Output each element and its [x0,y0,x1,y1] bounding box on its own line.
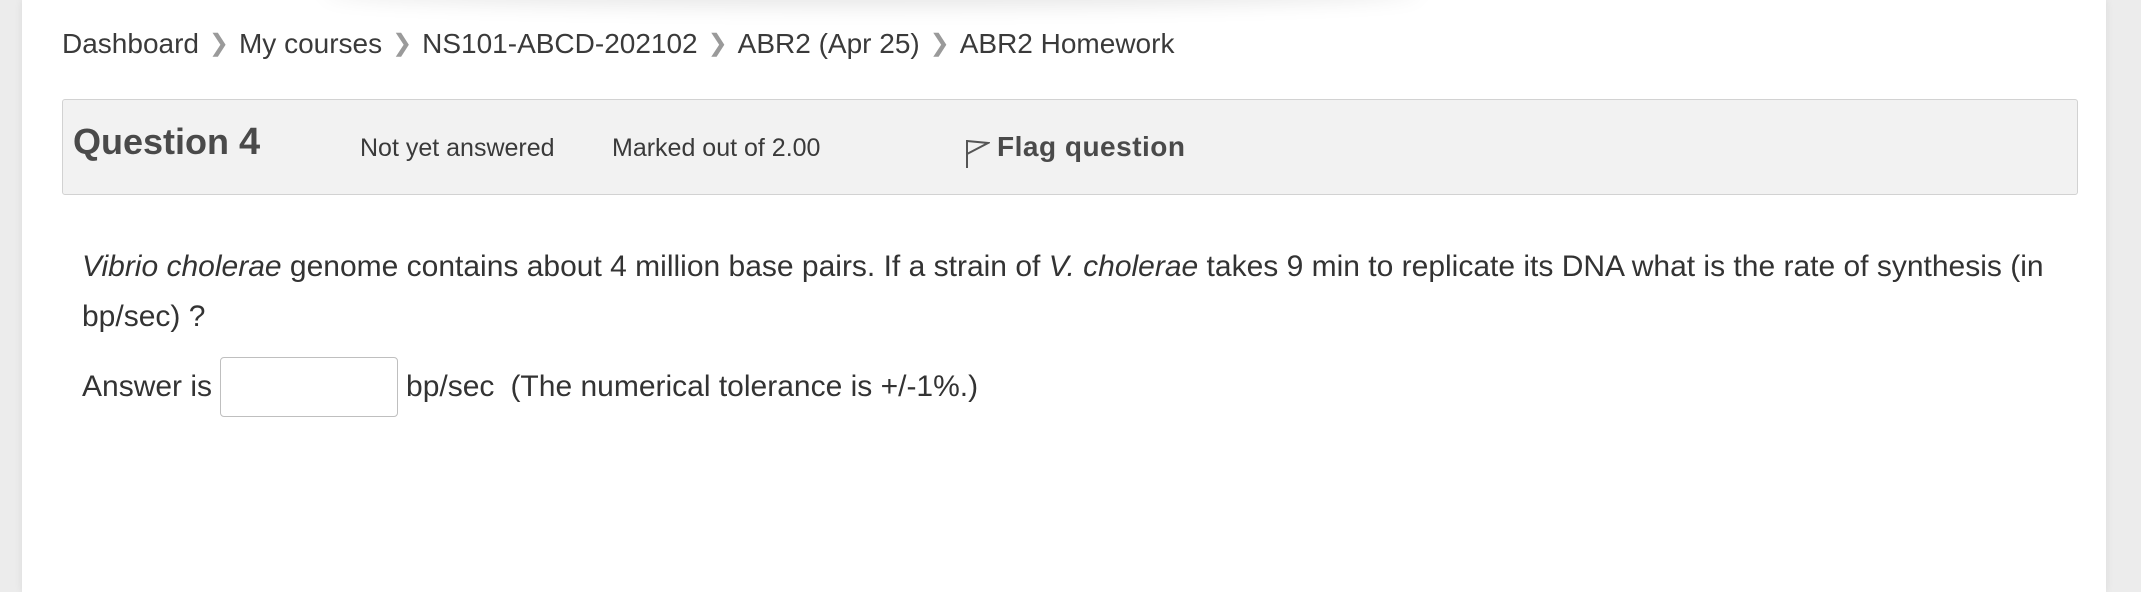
page-content: Dashboard ❯ My courses ❯ NS101-ABCD-2021… [22,0,2106,592]
question-info-box: Question 4 Not yet answered Marked out o… [62,99,2078,195]
answer-row: Answer is bp/sec (The numerical toleranc… [82,357,978,417]
question-text-species-abbrev: V. cholerae [1048,250,1199,283]
breadcrumb-course[interactable]: NS101-ABCD-202102 [422,28,698,60]
breadcrumb-dashboard[interactable]: Dashboard [62,28,199,60]
chevron-right-icon: ❯ [392,29,413,57]
answer-input[interactable] [220,357,399,417]
breadcrumb-section[interactable]: ABR2 (Apr 25) [738,28,920,60]
breadcrumb-my-courses[interactable]: My courses [239,28,382,60]
answer-prefix-label: Answer is [82,370,213,403]
flag-icon [962,136,992,170]
breadcrumb-homework[interactable]: ABR2 Homework [960,28,1175,60]
question-number: 4 [239,121,261,163]
answer-tolerance-note: (The numerical tolerance is +/-1%.) [510,370,979,403]
flag-question-button[interactable]: Flag question [962,130,1186,168]
question-text-species: Vibrio cholerae [82,250,282,283]
chevron-right-icon: ❯ [707,29,728,57]
question-text: Vibrio cholerae genome contains about 4 … [82,242,2072,342]
answer-unit-label: bp/sec [406,370,495,403]
chevron-right-icon: ❯ [208,29,230,57]
question-status: Not yet answered [360,134,555,162]
question-grade: Marked out of 2.00 [612,134,821,162]
question-title-prefix: Question [73,121,230,162]
chevron-right-icon: ❯ [929,29,950,57]
breadcrumb: Dashboard ❯ My courses ❯ NS101-ABCD-2021… [62,28,1174,60]
flag-question-label: Flag question [997,131,1186,162]
question-text-body: genome contains about 4 million base pai… [281,250,1049,283]
question-number-title: Question 4 [73,121,260,164]
